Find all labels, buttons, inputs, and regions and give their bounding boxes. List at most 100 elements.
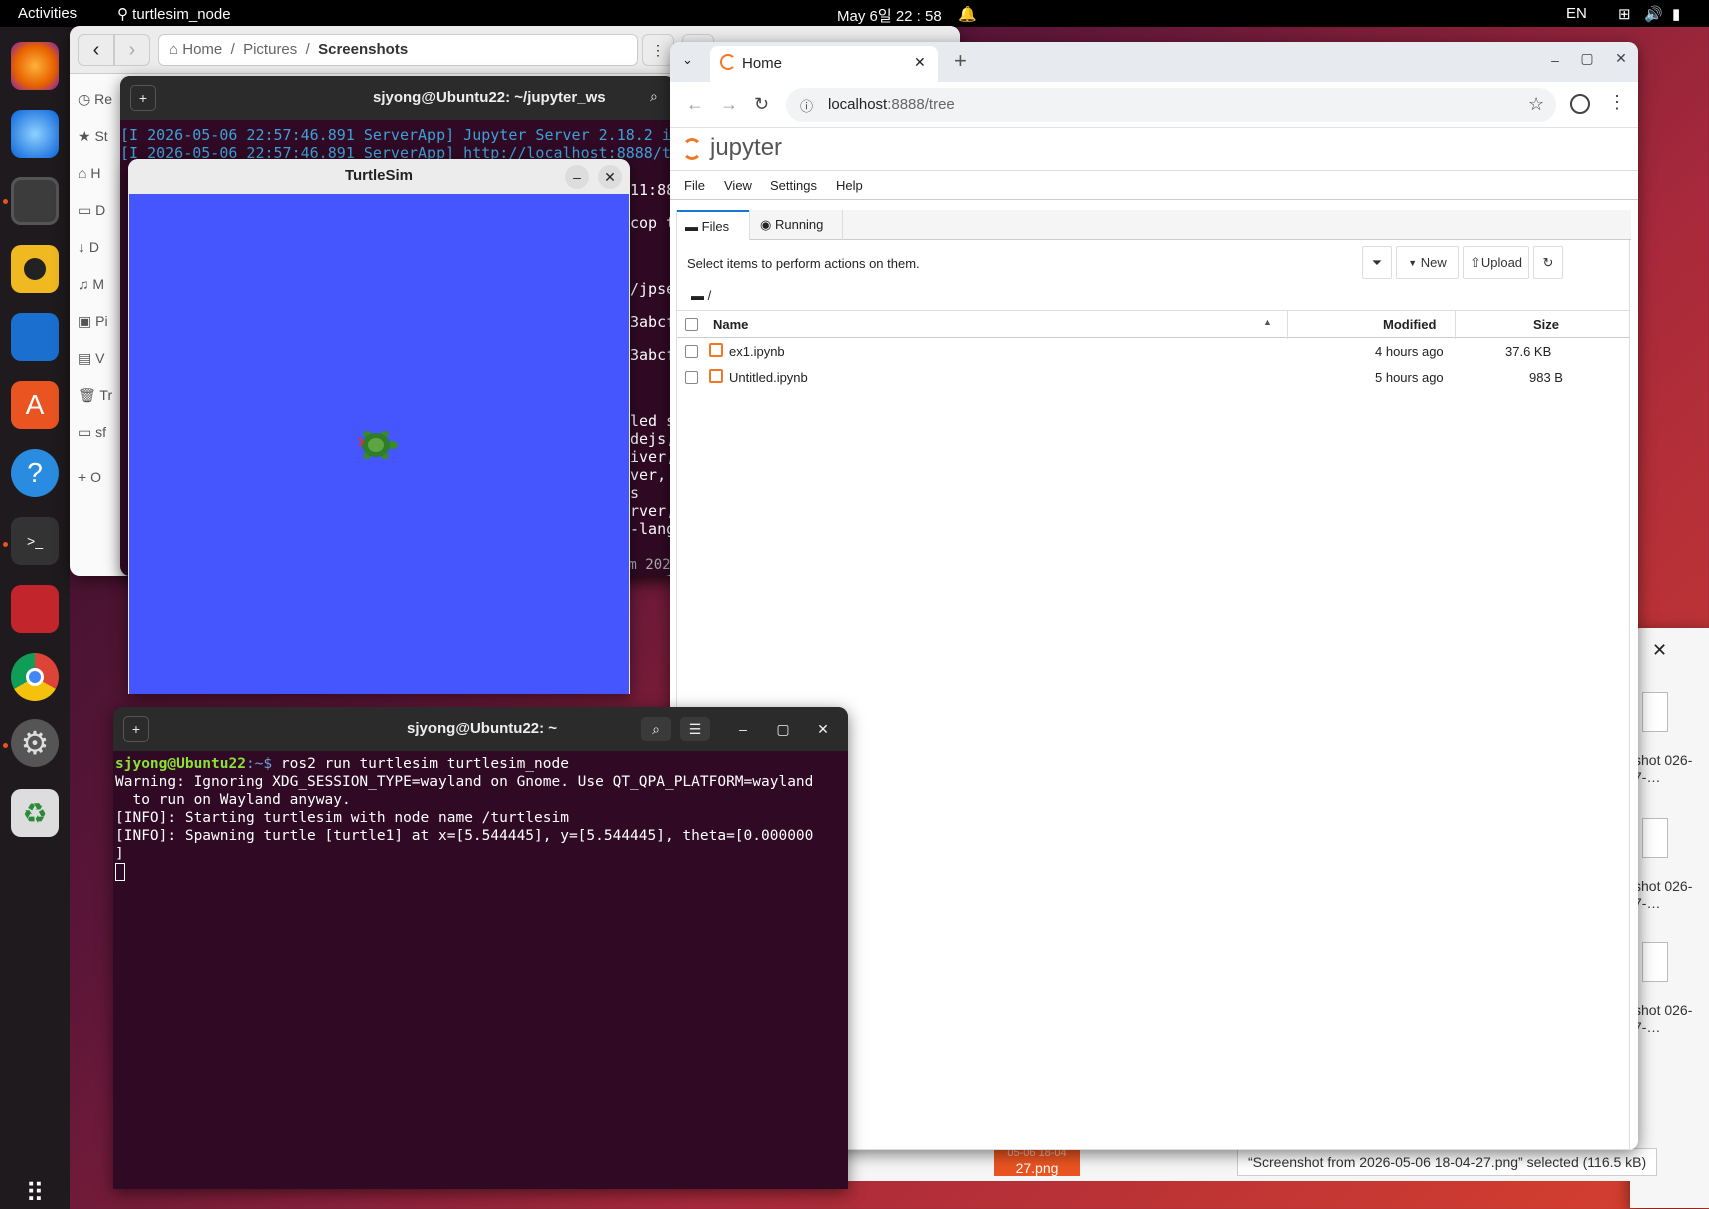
sort-asc-icon: ▲ <box>1263 317 1272 327</box>
crumb-home[interactable]: Home <box>182 41 222 58</box>
new-button[interactable]: ▼ New <box>1396 246 1459 279</box>
help-icon[interactable]: ? <box>11 449 59 497</box>
new-tab-icon[interactable]: + <box>123 716 149 742</box>
close-icon[interactable]: ✕ <box>914 54 926 71</box>
tab-search-icon[interactable]: ⌄ <box>682 52 693 68</box>
row-checkbox[interactable] <box>685 371 698 384</box>
column-name[interactable]: Name <box>713 317 748 332</box>
minimize-button[interactable]: – <box>1544 52 1566 72</box>
profile-icon[interactable] <box>1570 94 1590 114</box>
new-tab-icon[interactable]: + <box>954 48 967 74</box>
trash-icon[interactable]: ♻ <box>11 789 59 837</box>
maximize-button[interactable]: ▢ <box>1576 50 1598 70</box>
thumbnail[interactable] <box>1642 692 1668 732</box>
clock[interactable]: May 6일 22 : 58 <box>837 5 942 26</box>
app-grid-icon[interactable]: ⠿ <box>11 1169 59 1209</box>
filter-icon[interactable]: ⏷ <box>1362 246 1392 279</box>
tab-home[interactable]: Home ✕ <box>710 46 938 82</box>
monitor-icon[interactable] <box>11 585 59 633</box>
jupyter-logo-text[interactable]: jupyter <box>710 134 782 162</box>
menu-view[interactable]: View <box>724 178 752 193</box>
refresh-icon[interactable]: ↻ <box>1533 246 1563 279</box>
settings-icon[interactable]: ⚙ <box>11 719 59 767</box>
rhythmbox-icon[interactable] <box>11 245 59 293</box>
chrome-menu-icon[interactable]: ⋮ <box>1608 92 1626 113</box>
row-checkbox[interactable] <box>685 345 698 358</box>
new-tab-icon[interactable]: + <box>130 85 156 111</box>
sidebar-item-trash[interactable]: 🗑 Tr <box>78 377 118 414</box>
sidebar-item-videos[interactable]: ▤ V <box>78 340 118 377</box>
sidebar-item-sf[interactable]: ▭ sf <box>78 414 118 451</box>
sidebar-item-home[interactable]: ⌂ H <box>78 155 118 192</box>
turtle-icon <box>358 431 398 459</box>
file-name[interactable]: Untitled.ipynb <box>729 370 808 385</box>
hamburger-menu-icon[interactable]: ☰ <box>680 717 710 741</box>
turtle-canvas[interactable] <box>129 194 629 694</box>
firefox-icon[interactable] <box>11 42 59 90</box>
maximize-button[interactable]: ▢ <box>771 717 795 741</box>
app-center-icon[interactable]: A <box>11 381 59 429</box>
search-icon[interactable]: ⌕ <box>641 717 671 741</box>
omnibox[interactable]: ⓘ localhost:8888/tree ☆ <box>786 88 1556 122</box>
reload-icon[interactable]: ↻ <box>754 94 769 115</box>
column-size[interactable]: Size <box>1533 317 1559 332</box>
crumb-screenshots[interactable]: Screenshots <box>318 41 408 58</box>
path-bar[interactable]: ⌂ Home / Pictures / Screenshots <box>158 34 638 66</box>
activities-button[interactable]: Activities <box>18 5 77 22</box>
sidebar-item-other[interactable]: + O <box>78 459 118 496</box>
close-icon[interactable]: ✕ <box>1652 640 1667 661</box>
upload-button[interactable]: ⇧ Upload <box>1463 246 1529 279</box>
output-line: [INFO]: Starting turtlesim with node nam… <box>115 810 569 826</box>
language-indicator[interactable]: EN <box>1566 5 1587 22</box>
jupyter-logo-icon[interactable] <box>682 138 702 160</box>
file-row[interactable]: Untitled.ipynb 5 hours ago 983 B <box>677 364 1637 390</box>
sidebar-item-recent[interactable]: ◷ Re <box>78 81 118 118</box>
menu-file[interactable]: File <box>684 178 705 193</box>
volume-icon[interactable]: 🔊 <box>1644 5 1663 23</box>
terminal-body[interactable]: sjyong@Ubuntu22:~$ ros2 run turtlesim tu… <box>113 755 848 1189</box>
thumbnail[interactable] <box>1642 818 1668 858</box>
window-title: TurtleSim <box>344 167 414 184</box>
close-button[interactable]: ✕ <box>1610 50 1632 70</box>
back-button[interactable]: ‹ <box>78 34 114 66</box>
sidebar-item-starred[interactable]: ★ St <box>78 118 118 155</box>
selected-thumbnail[interactable]: 05-06 18-04 27.png <box>994 1146 1080 1176</box>
back-icon[interactable]: ← <box>686 94 704 115</box>
sidebar-item-pictures[interactable]: ▣ Pi <box>78 303 118 340</box>
site-info-icon[interactable]: ⓘ <box>800 96 813 115</box>
running-indicator <box>3 199 8 204</box>
sidebar-item-music[interactable]: ♫ M <box>78 266 118 303</box>
thunderbird-icon[interactable] <box>11 110 59 158</box>
file-name[interactable]: ex1.ipynb <box>729 344 785 359</box>
column-modified[interactable]: Modified <box>1383 317 1436 332</box>
sidebar-item-downloads[interactable]: ↓ D <box>78 229 118 266</box>
select-all-checkbox[interactable] <box>685 318 698 331</box>
thumbnail[interactable] <box>1642 942 1668 982</box>
breadcrumb[interactable]: ▬ / <box>691 288 711 303</box>
chrome-icon[interactable] <box>11 653 59 701</box>
menu-help[interactable]: Help <box>836 178 863 193</box>
battery-icon[interactable]: ▮ <box>1672 5 1680 23</box>
forward-button[interactable]: › <box>114 34 150 66</box>
sidebar-item-desktop[interactable]: ▭ D <box>78 192 118 229</box>
app-menu[interactable]: ⚲ turtlesim_node <box>117 5 231 23</box>
terminal-icon[interactable]: >_ <box>11 517 59 565</box>
menu-settings[interactable]: Settings <box>770 178 817 193</box>
forward-icon[interactable]: → <box>720 94 738 115</box>
tab-running[interactable]: ◉ Running <box>749 210 843 240</box>
close-button[interactable]: ✕ <box>598 165 622 189</box>
writer-icon[interactable] <box>11 313 59 361</box>
file-row[interactable]: ex1.ipynb 4 hours ago 37.6 KB <box>677 338 1637 364</box>
files-icon[interactable] <box>11 177 59 225</box>
close-button[interactable]: ✕ <box>811 717 835 741</box>
crumb-pictures[interactable]: Pictures <box>243 41 297 58</box>
home-icon: ⌂ <box>169 41 179 58</box>
bookmark-star-icon[interactable]: ☆ <box>1528 94 1544 115</box>
tab-files[interactable]: ▬ Files <box>677 210 749 241</box>
file-size: 983 B <box>1529 370 1563 385</box>
network-icon[interactable]: ⊞ <box>1618 5 1631 23</box>
search-icon[interactable]: ⌕ <box>650 88 658 105</box>
minimize-button[interactable]: – <box>565 165 589 189</box>
notebook-icon <box>709 369 723 383</box>
minimize-button[interactable]: – <box>731 717 755 741</box>
